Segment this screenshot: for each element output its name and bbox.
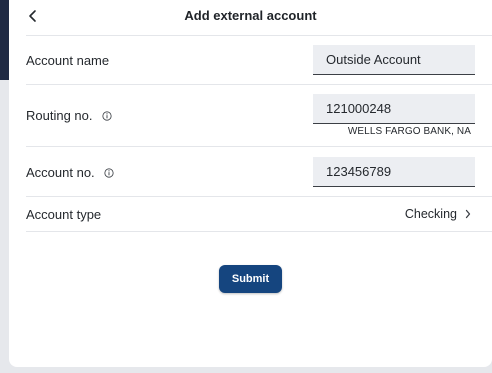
info-icon[interactable] xyxy=(104,167,114,178)
submit-button[interactable]: Submit xyxy=(219,265,282,293)
routing-number-field[interactable]: 121000248 xyxy=(313,94,475,124)
account-type-select[interactable]: Checking xyxy=(405,207,471,221)
account-name-row: Account name Outside Account xyxy=(26,35,492,85)
routing-number-row: Routing no. 121000248 WELLS FARGO BANK, … xyxy=(26,84,492,147)
account-number-row: Account no. 123456789 xyxy=(26,146,492,197)
account-name-field[interactable]: Outside Account xyxy=(313,45,475,75)
account-type-row[interactable]: Account type Checking xyxy=(26,196,492,232)
add-external-account-panel: Add external account Account name Outsid… xyxy=(9,0,492,367)
bank-name-hint: WELLS FARGO BANK, NA xyxy=(347,126,471,137)
page-title: Add external account xyxy=(184,8,317,23)
account-number-label: Account no. xyxy=(26,165,95,180)
background-sidebar xyxy=(0,0,9,80)
account-number-field[interactable]: 123456789 xyxy=(313,157,475,187)
account-type-value: Checking xyxy=(404,207,457,221)
account-number-label-group: Account no. xyxy=(26,165,114,180)
chevron-right-icon xyxy=(465,209,471,219)
routing-number-label: Routing no. xyxy=(26,108,93,123)
account-type-label: Account type xyxy=(26,207,102,222)
account-name-label: Account name xyxy=(26,53,110,68)
panel-header: Add external account xyxy=(9,0,492,32)
routing-number-label-group: Routing no. xyxy=(26,108,112,123)
info-icon[interactable] xyxy=(101,110,112,121)
